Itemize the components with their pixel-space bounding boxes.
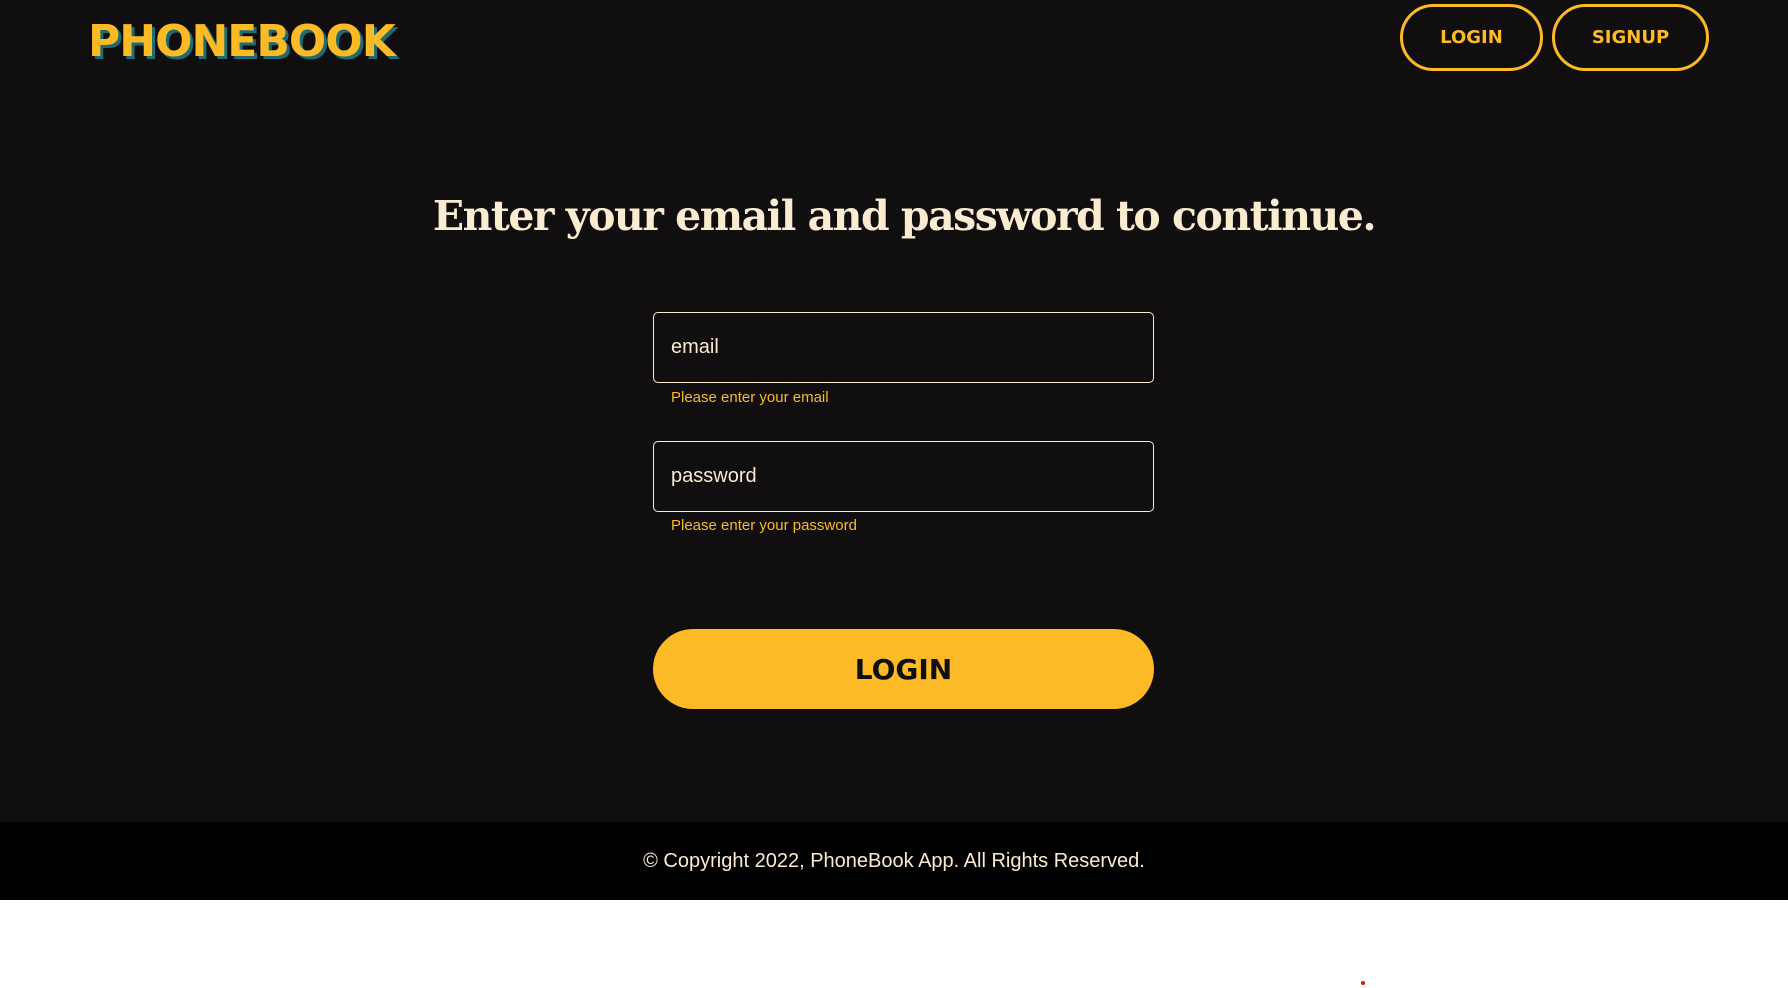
- email-input[interactable]: [671, 336, 1136, 359]
- footer: © Copyright 2022, PhoneBook App. All Rig…: [0, 822, 1788, 900]
- password-input[interactable]: [671, 465, 1136, 488]
- email-field[interactable]: [653, 312, 1154, 383]
- password-field[interactable]: [653, 441, 1154, 512]
- password-helper-text: Please enter your password: [671, 517, 857, 534]
- logo[interactable]: PHONEBOOK: [88, 14, 396, 70]
- copyright-text: © Copyright 2022, PhoneBook App. All Rig…: [643, 849, 1145, 872]
- email-helper-text: Please enter your email: [671, 389, 829, 406]
- app-root: PHONEBOOK LOGIN SIGNUP Enter your email …: [0, 0, 1788, 988]
- page-title: Enter your email and password to continu…: [432, 192, 1377, 240]
- main-area: PHONEBOOK LOGIN SIGNUP Enter your email …: [0, 0, 1788, 822]
- login-submit-button[interactable]: LOGIN: [653, 629, 1154, 709]
- nav-login-button[interactable]: LOGIN: [1400, 4, 1543, 71]
- nav-signup-button[interactable]: SIGNUP: [1552, 4, 1709, 71]
- cursor-dot-icon: [1361, 981, 1365, 985]
